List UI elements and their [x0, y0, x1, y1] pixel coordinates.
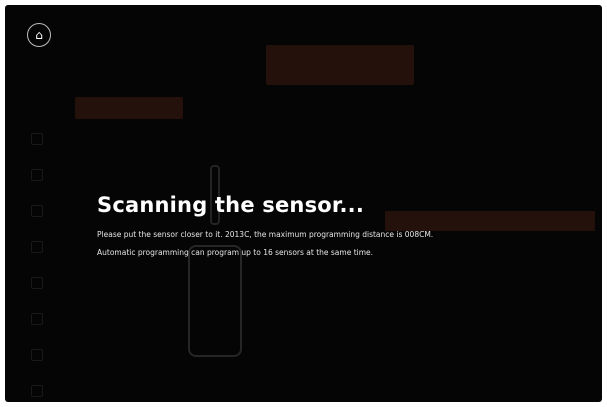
tab-bar	[95, 45, 585, 85]
sub-tab-2[interactable]	[199, 97, 297, 119]
side-icon[interactable]	[31, 133, 43, 145]
scanning-instruction: Please put the sensor closer to it. 2013…	[97, 230, 434, 239]
sub-tab-bar	[75, 97, 411, 119]
tab-right[interactable]	[436, 45, 585, 85]
scanning-capacity-note: Automatic programming can program up to …	[97, 248, 374, 257]
device-screen: ⌂ Scanning the sensor... Please put the …	[5, 5, 602, 402]
tab-active[interactable]	[265, 45, 415, 85]
scanning-dialog: Scanning the sensor... Please put the se…	[5, 155, 602, 295]
home-icon[interactable]: ⌂	[27, 23, 51, 47]
app-title-bar	[5, 13, 602, 33]
scanning-title: Scanning the sensor...	[97, 193, 364, 217]
sub-tab-active[interactable]	[75, 97, 183, 119]
tab-left[interactable]	[95, 45, 244, 85]
sub-tab-3[interactable]	[313, 97, 411, 119]
side-icon[interactable]	[31, 385, 43, 397]
side-icon[interactable]	[31, 349, 43, 361]
side-icon[interactable]	[31, 313, 43, 325]
